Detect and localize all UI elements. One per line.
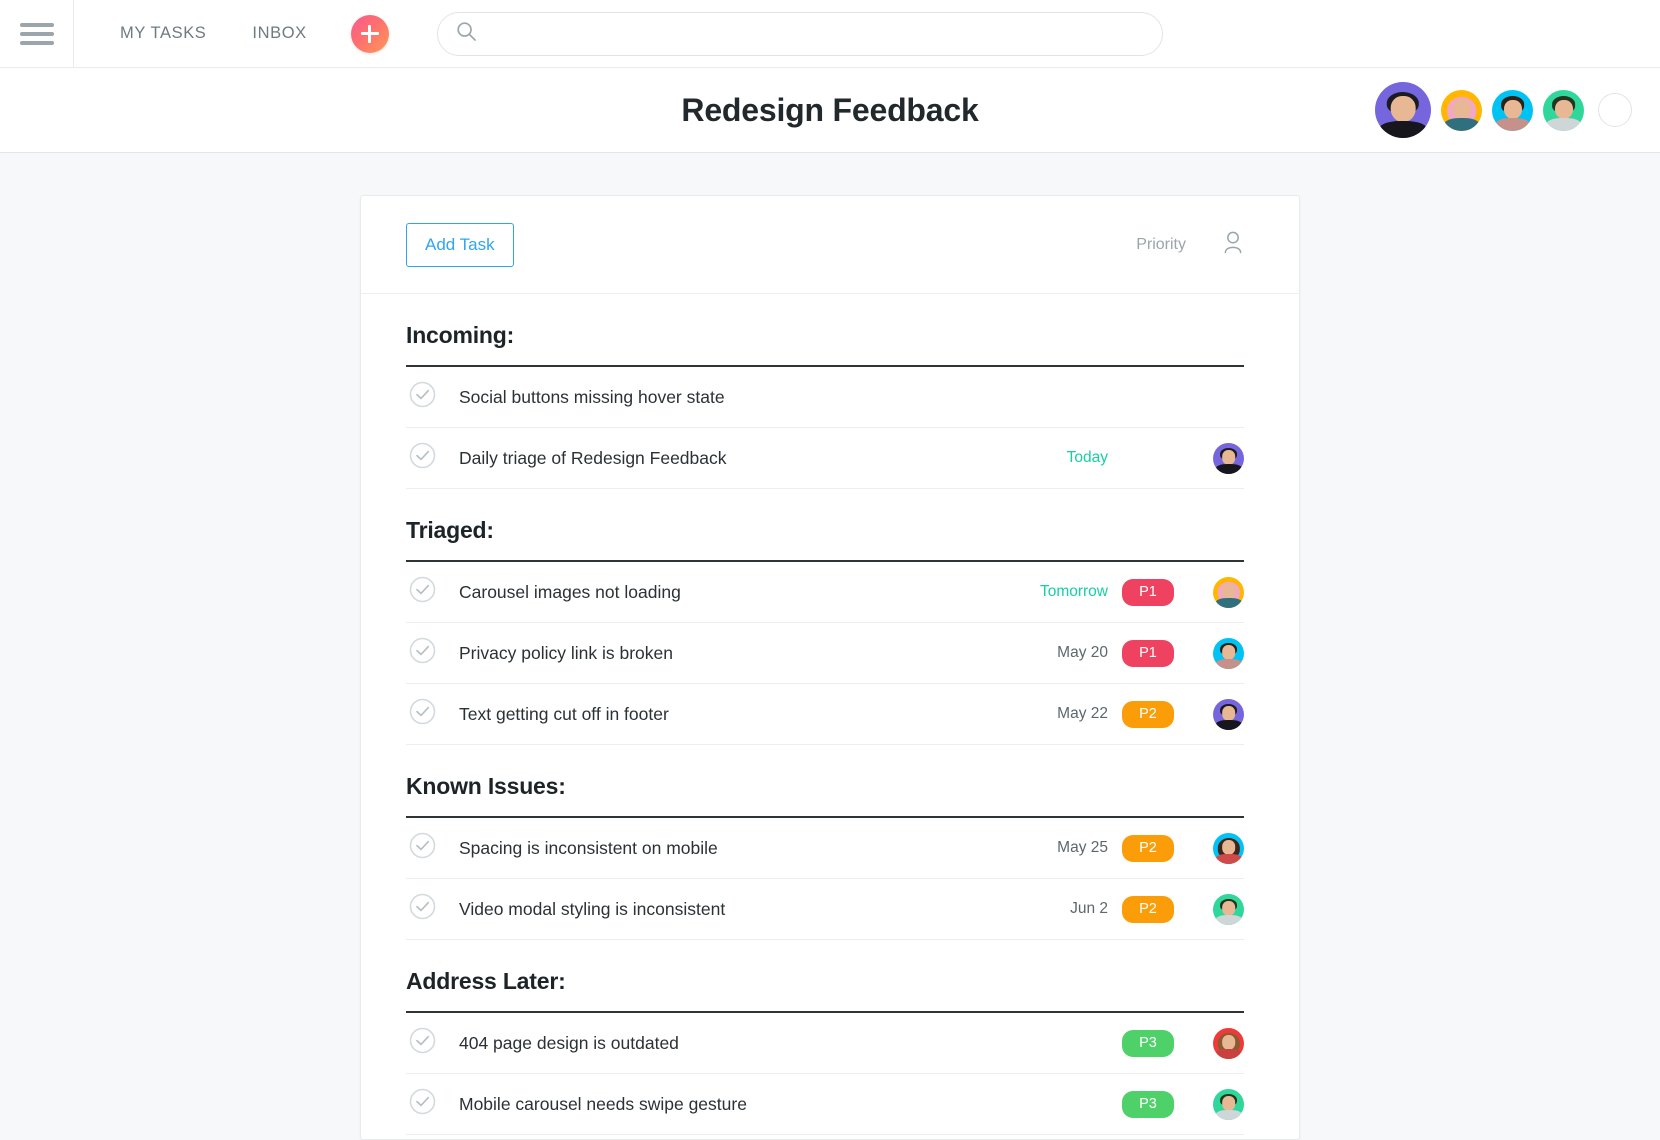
task-row[interactable]: Social buttons missing hover state — [406, 367, 1244, 428]
task-due-date[interactable]: Tomorrow — [988, 583, 1108, 601]
priority-badge[interactable]: P2 — [1122, 834, 1174, 862]
task-title: Daily triage of Redesign Feedback — [459, 447, 727, 468]
priority-badge[interactable]: P3 — [1122, 1029, 1174, 1057]
task-sections: Incoming: Social buttons missing hover st… — [361, 294, 1299, 1135]
task-assignee-avatar[interactable] — [1213, 698, 1244, 730]
priority-badge[interactable]: P3 — [1122, 1090, 1174, 1118]
priority-badge[interactable]: P1 — [1122, 639, 1174, 667]
task-title: Carousel images not loading — [459, 581, 681, 602]
task-complete-checkbox[interactable] — [409, 637, 436, 669]
task-complete-checkbox[interactable] — [409, 1027, 436, 1059]
task-assignee-slot — [1188, 1027, 1244, 1059]
task-complete-checkbox[interactable] — [409, 698, 436, 730]
task-title: Text getting cut off in footer — [459, 703, 669, 724]
task-row[interactable]: Carousel images not loading Tomorrow P1 — [406, 562, 1244, 623]
project-members — [1375, 82, 1632, 138]
add-task-button[interactable]: Add Task — [406, 222, 514, 267]
task-row[interactable]: Video modal styling is inconsistent Jun 2… — [406, 879, 1244, 940]
search-icon — [456, 21, 477, 47]
page-title: Redesign Feedback — [681, 91, 979, 128]
search-input[interactable] — [476, 12, 1162, 55]
task-assignee-slot — [1188, 832, 1244, 864]
task-row[interactable]: 404 page design is outdated P3 — [406, 1013, 1244, 1074]
task-priority-slot: P3 — [1108, 1090, 1188, 1118]
priority-badge[interactable]: P2 — [1122, 700, 1174, 728]
task-title: Mobile carousel needs swipe gesture — [459, 1093, 747, 1114]
task-title: Spacing is inconsistent on mobile — [459, 837, 718, 858]
task-due-date[interactable]: May 25 — [988, 839, 1108, 857]
member-avatar-3[interactable] — [1492, 89, 1533, 131]
member-avatar-2[interactable] — [1441, 89, 1482, 131]
task-title: Privacy policy link is broken — [459, 642, 673, 663]
task-title: Video modal styling is inconsistent — [459, 898, 726, 919]
task-list-toolbar: Add Task Priority — [361, 196, 1299, 294]
task-due-date[interactable]: Today — [988, 449, 1108, 467]
section-title: Incoming: — [406, 294, 1244, 367]
task-due-date[interactable]: Jun 2 — [988, 900, 1108, 918]
top-navigation-bar: MY TASKS INBOX — [0, 0, 1660, 68]
hamburger-menu-button[interactable] — [0, 0, 74, 68]
project-header: Redesign Feedback — [0, 68, 1660, 153]
task-priority-slot: P2 — [1108, 700, 1188, 728]
task-assignee-avatar[interactable] — [1213, 576, 1244, 608]
task-complete-checkbox[interactable] — [409, 381, 436, 413]
section-title: Address Later: — [406, 940, 1244, 1013]
task-assignee-slot — [1188, 893, 1244, 925]
member-avatar-1[interactable] — [1375, 82, 1431, 138]
task-due-date[interactable]: May 20 — [988, 644, 1108, 662]
plus-icon — [360, 24, 380, 44]
task-assignee-slot — [1188, 637, 1244, 669]
nav-item-inbox[interactable]: INBOX — [252, 24, 306, 43]
task-assignee-slot — [1188, 442, 1244, 474]
task-priority-slot: P2 — [1108, 895, 1188, 923]
person-icon[interactable] — [1222, 230, 1244, 259]
task-assignee-avatar[interactable] — [1213, 1088, 1244, 1120]
task-assignee-avatar[interactable] — [1213, 637, 1244, 669]
search-box[interactable] — [436, 11, 1163, 56]
task-assignee-slot — [1188, 1088, 1244, 1120]
task-assignee-avatar[interactable] — [1213, 442, 1244, 474]
task-assignee-avatar[interactable] — [1213, 832, 1244, 864]
task-complete-checkbox[interactable] — [409, 893, 436, 925]
nav-item-my-tasks[interactable]: MY TASKS — [120, 24, 206, 43]
task-complete-checkbox[interactable] — [409, 832, 436, 864]
task-priority-slot: P3 — [1108, 1029, 1188, 1057]
task-title: Social buttons missing hover state — [459, 386, 725, 407]
task-priority-slot: P1 — [1108, 639, 1188, 667]
task-assignee-avatar[interactable] — [1213, 1027, 1244, 1059]
member-avatar-4[interactable] — [1543, 89, 1584, 131]
task-due-date[interactable]: May 22 — [988, 705, 1108, 723]
task-priority-slot: P2 — [1108, 834, 1188, 862]
priority-badge[interactable]: P1 — [1122, 578, 1174, 606]
task-row[interactable]: Mobile carousel needs swipe gesture P3 — [406, 1074, 1244, 1135]
task-row[interactable]: Spacing is inconsistent on mobile May 25 P… — [406, 818, 1244, 879]
task-assignee-slot — [1188, 698, 1244, 730]
task-row[interactable]: Daily triage of Redesign Feedback Today — [406, 428, 1244, 489]
main-canvas: Add Task Priority Incoming: Social button… — [0, 153, 1660, 1140]
column-header-priority[interactable]: Priority — [1136, 236, 1186, 254]
task-priority-slot: P1 — [1108, 578, 1188, 606]
hamburger-icon — [19, 18, 54, 50]
priority-badge[interactable]: P2 — [1122, 895, 1174, 923]
task-list-card: Add Task Priority Incoming: Social button… — [360, 195, 1300, 1140]
task-row[interactable]: Privacy policy link is broken May 20 P1 — [406, 623, 1244, 684]
section-title: Known Issues: — [406, 745, 1244, 818]
task-row[interactable]: Text getting cut off in footer May 22 P2 — [406, 684, 1244, 745]
section-title: Triaged: — [406, 489, 1244, 562]
task-assignee-avatar[interactable] — [1213, 893, 1244, 925]
task-complete-checkbox[interactable] — [409, 442, 436, 474]
task-complete-checkbox[interactable] — [409, 576, 436, 608]
task-complete-checkbox[interactable] — [409, 1088, 436, 1120]
add-member-button[interactable] — [1598, 93, 1632, 127]
plus-icon — [1608, 103, 1623, 118]
task-title: 404 page design is outdated — [459, 1032, 679, 1053]
quick-add-button[interactable] — [350, 14, 389, 53]
task-assignee-slot — [1188, 576, 1244, 608]
